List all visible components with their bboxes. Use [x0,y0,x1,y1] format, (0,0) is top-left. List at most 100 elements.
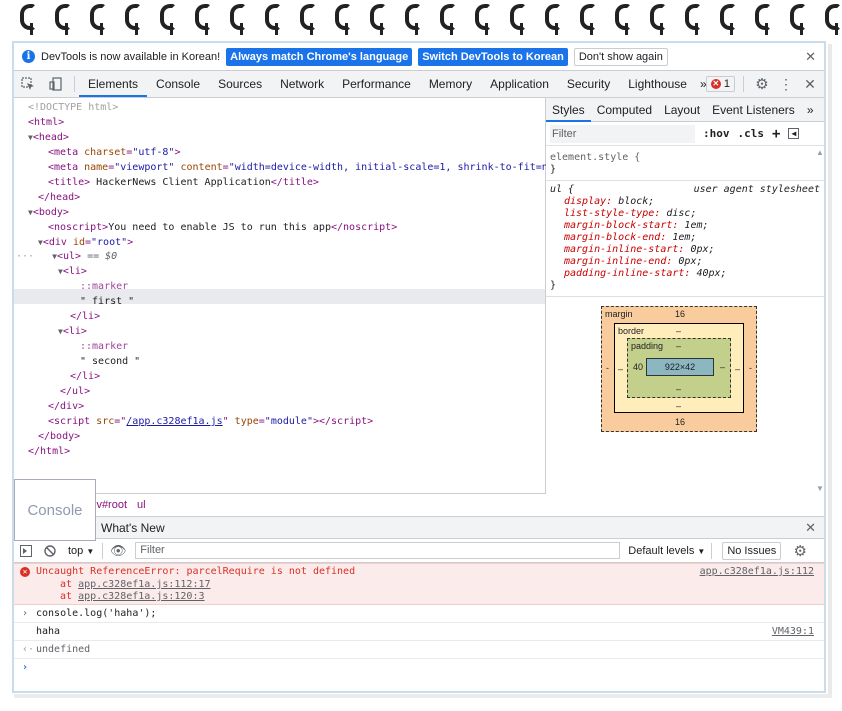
dom-marker[interactable]: ::marker [80,279,128,294]
dom-li-second-text[interactable]: " second " [80,354,140,369]
tab-application[interactable]: Application [481,71,558,97]
error-count-badge[interactable]: ✕ 1 [705,76,735,92]
more-tabs-icon[interactable]: » [801,98,820,122]
more-options-icon[interactable]: ⋮ [776,71,796,97]
log-levels-dropdown[interactable]: Default levels ▼ [628,545,705,557]
dom-li-second[interactable]: ▼<li> [58,324,87,339]
console-prompt[interactable]: › [14,659,824,677]
stack-frame-link-1[interactable]: app.c328ef1a.js:112:17 [78,579,210,590]
element-style-selector[interactable]: element.style { [550,152,824,164]
drawer-tab-whats-new[interactable]: What's New [92,515,174,541]
show-sidebar-icon[interactable] [14,538,38,564]
dom-html-open[interactable]: <html> [28,115,64,130]
box-model-margin-left[interactable]: - [606,363,609,373]
tab-network[interactable]: Network [271,71,333,97]
box-model-border-right[interactable]: – [735,364,740,374]
device-toolbar-icon[interactable] [42,71,70,97]
box-model-border-bottom[interactable]: – [676,401,681,411]
dom-meta-viewport[interactable]: <meta name="viewport" content="width=dev… [48,160,566,175]
css-prop-margin-inline-start[interactable]: margin-inline-start: 0px; [550,244,824,256]
drawer-tab-console[interactable]: Console [14,479,96,541]
box-model-border-top[interactable]: – [676,326,681,336]
dom-li-close[interactable]: </li> [70,309,100,324]
box-model-padding-right[interactable]: – [720,362,725,372]
scroll-up-icon[interactable]: ▲ [816,148,824,157]
ul-selector[interactable]: ul {user agent stylesheet [550,184,824,196]
dom-doctype[interactable]: <!DOCTYPE html> [28,100,118,115]
infobar-close-icon[interactable]: ✕ [805,49,816,65]
tab-security[interactable]: Security [558,71,619,97]
box-model-padding-bottom[interactable]: – [676,384,681,394]
drawer-close-icon[interactable]: ✕ [805,520,816,536]
box-model-margin-top[interactable]: 16 [675,309,685,319]
clear-console-icon[interactable] [38,538,62,564]
dom-noscript[interactable]: <noscript>You need to enable JS to run t… [48,220,397,235]
tab-computed[interactable]: Computed [591,98,658,122]
no-issues-button[interactable]: No Issues [722,541,782,560]
add-rule-icon[interactable]: + [772,126,780,142]
close-devtools-icon[interactable]: ✕ [796,71,824,97]
scroll-down-icon[interactable]: ▼ [816,484,824,493]
console-log-row[interactable]: haha VM439:1 [14,623,824,641]
stack-frame-link-2[interactable]: app.c328ef1a.js:120:3 [78,591,204,602]
log-source-link[interactable]: VM439:1 [772,623,814,641]
console-error-message[interactable]: ✕ Uncaught ReferenceError: parcelRequire… [14,563,824,605]
box-model-margin-bottom[interactable]: 16 [675,417,685,427]
box-model-margin[interactable]: margin 16 16 - - border – – – – padding … [601,306,757,432]
live-expression-eye-icon[interactable]: 👁 [107,538,129,564]
dom-body-close[interactable]: </body> [38,429,80,444]
dom-head-close[interactable]: </head> [38,190,80,205]
css-prop-list-style-type[interactable]: list-style-type: disc; [550,208,824,220]
toggle-sidebar-icon[interactable]: ◀ [788,128,800,139]
css-prop-padding-inline-start[interactable]: padding-inline-start: 40px; [550,268,824,280]
switch-to-korean-button[interactable]: Switch DevTools to Korean [418,47,568,66]
dont-show-again-button[interactable]: Don't show again [573,47,668,66]
box-model-content[interactable]: 922×42 [646,358,714,376]
dom-meta-charset[interactable]: <meta charset="utf-8"> [48,145,181,160]
hover-state-toggle[interactable]: :hov [703,127,730,140]
tab-event-listeners[interactable]: Event Listeners [706,98,801,122]
styles-filter-input[interactable]: Filter [550,124,695,143]
dom-html-close[interactable]: </html> [28,444,70,459]
script-src-link[interactable]: /app.c328ef1a.js [126,416,222,427]
breadcrumb-item-div-root[interactable]: iv#root [94,499,127,511]
box-model-padding-top[interactable]: – [676,341,681,351]
dom-div-close[interactable]: </div> [48,399,84,414]
dom-li-close[interactable]: </li> [70,369,100,384]
tab-console[interactable]: Console [147,71,209,97]
tab-sources[interactable]: Sources [209,71,271,97]
box-model-margin-right[interactable]: - [749,363,752,373]
tab-styles[interactable]: Styles [546,98,591,122]
dom-script[interactable]: <script src="/app.c328ef1a.js" type="mod… [48,414,373,429]
console-return-row[interactable]: ‹· undefined [14,641,824,659]
class-toggle[interactable]: .cls [738,127,765,140]
console-filter-input[interactable]: Filter [135,542,621,559]
tab-lighthouse[interactable]: Lighthouse [619,71,696,97]
dom-head-open[interactable]: ▼<head> [28,130,69,145]
css-prop-display[interactable]: display: block; [550,196,824,208]
error-source-link[interactable]: app.c328ef1a.js:112 [700,566,814,577]
dom-li-first-text[interactable]: " first " [80,294,134,309]
always-match-language-button[interactable]: Always match Chrome's language [226,47,413,66]
tab-layout[interactable]: Layout [658,98,706,122]
box-model-padding-left[interactable]: 40 [633,362,643,372]
breadcrumb-item-ul[interactable]: ul [137,499,146,511]
console-settings-gear-icon[interactable]: ⚙ [789,538,811,564]
dom-marker[interactable]: ::marker [80,339,128,354]
console-input-row[interactable]: › console.log('haha'); [14,605,824,623]
box-model-border[interactable]: border – – – – padding – – 40 – 922×42 [614,323,744,413]
css-prop-margin-block-start[interactable]: margin-block-start: 1em; [550,220,824,232]
dom-ul-close[interactable]: </ul> [60,384,90,399]
tab-memory[interactable]: Memory [420,71,481,97]
dom-li-first[interactable]: ▼<li> [58,264,87,279]
tab-elements[interactable]: Elements [79,71,148,97]
context-selector[interactable]: top ▼ [68,545,94,557]
box-model-border-left[interactable]: – [618,364,623,374]
css-prop-margin-inline-end[interactable]: margin-inline-end: 0px; [550,256,824,268]
css-prop-margin-block-end[interactable]: margin-block-end: 1em; [550,232,824,244]
dom-title[interactable]: <title> HackerNews Client Application</t… [48,175,319,190]
inspect-element-icon[interactable] [14,71,42,97]
box-model-padding[interactable]: padding – – 40 – 922×42 [627,338,731,398]
dom-div-root[interactable]: ▼<div id="root"> [38,235,133,250]
tab-performance[interactable]: Performance [333,71,420,97]
